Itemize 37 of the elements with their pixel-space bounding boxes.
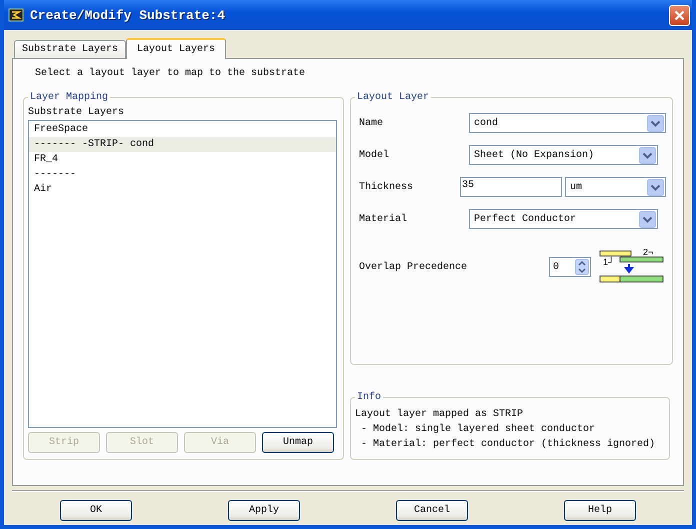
dialog-button[interactable]: Cancel [396,500,468,521]
dropdown-field[interactable]: um [565,177,666,197]
group-title: Info [356,392,382,403]
app-icon [8,7,24,23]
dialog-button[interactable]: Help [564,500,636,521]
list-item[interactable]: Air [29,182,336,197]
field-label: Thickness [358,182,414,192]
spin-arrows-icon[interactable] [575,259,590,275]
group-title: Layout Layer [356,92,430,103]
instruction-text: Select a layout layer to map to the substrate [34,68,306,81]
input-field[interactable]: 35 [460,177,562,197]
dialog-button[interactable]: Apply [228,500,300,521]
group-title: Layer Mapping [29,92,110,103]
overlap-diagram-drawing: 2¬ 1┘ [599,249,666,285]
field-label: Overlap Precedence [358,262,468,272]
dropdown-field[interactable]: Perfect Conductor [469,209,658,229]
field-label: Model [358,150,390,160]
dropdown-field[interactable]: cond [469,113,666,133]
dialog-button[interactable]: OK [60,500,132,521]
field-label: Name [358,118,384,128]
tab[interactable]: Substrate Layers [14,40,126,58]
field-label: Material [358,214,408,224]
layer-button[interactable]: Unmap [262,432,334,453]
info-text: - Material: perfect conductor (thickness ignored) [360,438,656,452]
info-text: - Model: single layered sheet conductor [360,422,596,437]
list-item[interactable]: FR_4 [29,152,336,167]
info-text: Layout layer mapped as STRIP [355,408,524,422]
close-icon [674,10,685,20]
window-title: Create/Modify Substrate:4 [30,8,226,22]
list-item[interactable]: ------- [29,167,336,182]
dropdown-field[interactable]: Sheet (No Expansion) [469,145,658,165]
close-button[interactable] [669,4,690,26]
list-item[interactable]: ------- -STRIP- cond [29,137,336,152]
spin-field[interactable]: 0 [549,257,592,277]
list-item[interactable]: FreeSpace [29,122,336,137]
tab[interactable]: Layout Layers [126,38,226,59]
list-label: Substrate Layers [28,107,126,118]
